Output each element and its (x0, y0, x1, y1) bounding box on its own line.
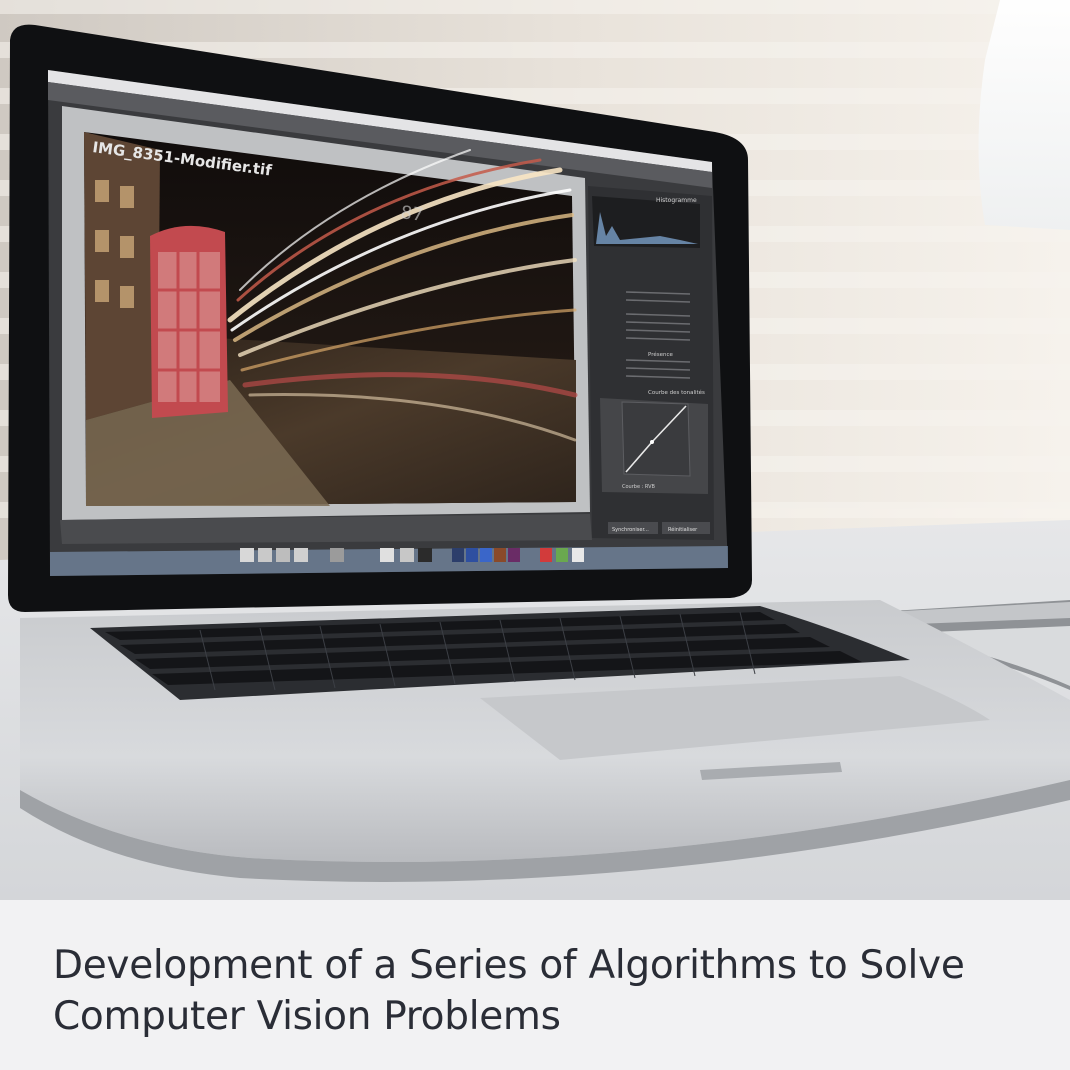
tone-curve-label: Courbe des tonalités (648, 389, 705, 396)
overlay-number: 87 (399, 202, 424, 226)
presence-label: Présence (648, 351, 674, 358)
curve-channel-label: Courbe : RVB (622, 484, 656, 490)
laptop-photo: IMG_8351-Modifier.tif 87 Histogramme Pré… (0, 0, 1070, 900)
reset-button: Réinitialiser (668, 526, 698, 533)
sync-button: Synchroniser... (612, 527, 649, 533)
content-card[interactable]: IMG_8351-Modifier.tif 87 Histogramme Pré… (0, 0, 1070, 1070)
histogram-label: Histogramme (656, 197, 697, 204)
phone-box (150, 225, 228, 418)
caption-title[interactable]: Development of a Series of Algorithms to… (53, 940, 1013, 1042)
